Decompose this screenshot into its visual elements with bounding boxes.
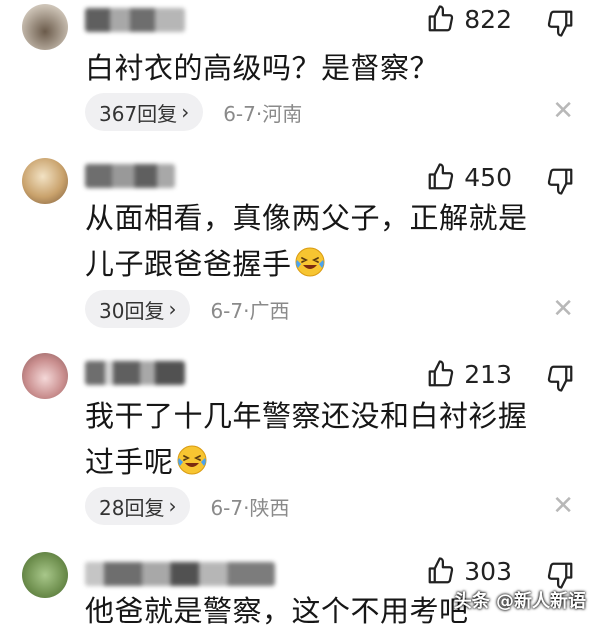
avatar[interactable] [22,4,68,50]
thumbs-up-icon [428,360,454,387]
watermark: 头条 @新人新语 [453,591,586,612]
thumbs-down-icon [547,365,573,392]
reply-count: 28回复 [99,495,165,520]
thumbs-up-icon [428,557,454,584]
dislike-button[interactable] [545,363,575,397]
replies-button[interactable]: 367回复 › [85,93,204,131]
comment-date-location: 6-7·广西 [210,298,290,323]
comment-text: 从面相看，真像两父子，正解就是儿子跟爸爸握手 [85,201,528,281]
thumbs-up-icon [428,5,454,32]
comment-date-location: 6-7·陕西 [210,495,290,520]
laughing-crying-emoji-icon [295,247,325,277]
comment-meta: 30回复 › 6-7·广西 [85,290,289,328]
thumbs-down-icon [547,562,573,589]
like-button[interactable]: 450 [426,162,512,192]
comment-item: 450 从面相看，真像两父子，正解就是儿子跟爸爸握手 30回复 › 6-7·广西… [0,150,600,345]
comment-item: 213 我干了十几年警察还没和白衬衫握过手呢 28回复 › 6-7·陕西 ✕ [0,345,600,540]
comment-item: 303 他爸就是警察，这个不用考吧 [0,540,600,628]
username-blurred[interactable] [85,8,185,32]
username-blurred[interactable] [85,361,185,385]
dislike-button[interactable] [545,8,575,42]
like-count: 450 [464,162,512,192]
laughing-crying-emoji-icon [177,445,207,475]
like-count: 822 [464,4,512,34]
comment-meta: 367回复 › 6-7·河南 [85,93,302,131]
like-button[interactable]: 213 [426,359,512,389]
comment-text: 白衬衣的高级吗？是督察？ [85,51,440,85]
chevron-right-icon: › [181,100,190,124]
avatar[interactable] [22,353,68,399]
chevron-right-icon: › [168,297,177,321]
username-blurred[interactable] [85,562,275,586]
reply-count: 30回复 [99,298,165,323]
like-count: 213 [464,359,512,389]
close-icon[interactable]: ✕ [552,98,574,124]
close-icon[interactable]: ✕ [552,493,574,519]
thumbs-down-icon [547,10,573,37]
comment-item: 822 白衬衣的高级吗？是督察？ 367回复 › 6-7·河南 ✕ [0,0,600,150]
like-button[interactable]: 303 [426,556,512,586]
thumbs-down-icon [547,168,573,195]
reply-count: 367回复 [99,101,178,126]
like-button[interactable]: 822 [426,4,512,34]
comment-text: 我干了十几年警察还没和白衬衫握过手呢 [85,399,528,479]
replies-button[interactable]: 30回复 › [85,290,191,328]
close-icon[interactable]: ✕ [552,296,574,322]
chevron-right-icon: › [168,494,177,518]
comment-date-location: 6-7·河南 [223,101,303,126]
like-count: 303 [464,556,512,586]
thumbs-up-icon [428,163,454,190]
comment-meta: 28回复 › 6-7·陕西 [85,487,289,525]
avatar[interactable] [22,552,68,598]
avatar[interactable] [22,158,68,204]
username-blurred[interactable] [85,164,175,188]
replies-button[interactable]: 28回复 › [85,487,191,525]
